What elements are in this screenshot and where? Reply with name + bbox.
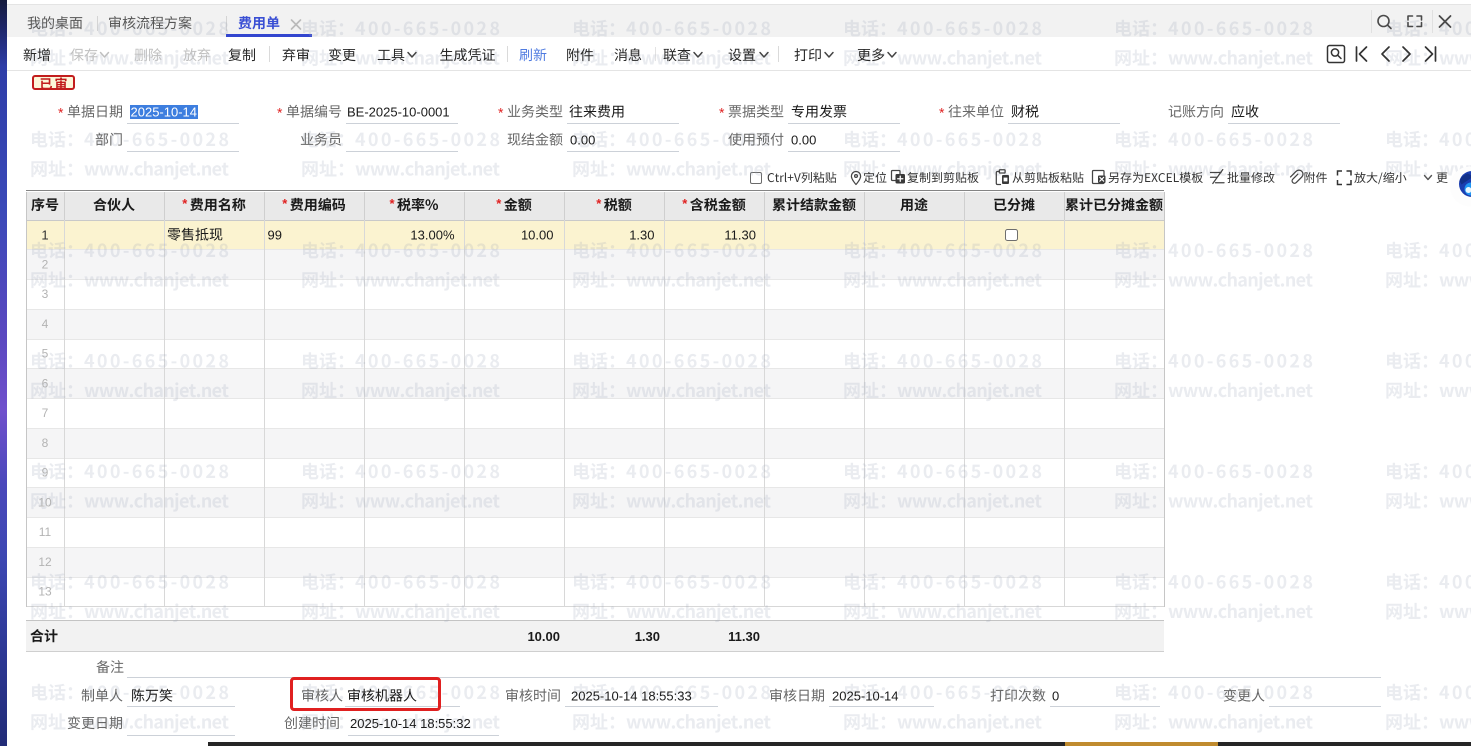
- svg-text:0: 0: [1052, 689, 1059, 704]
- svg-text:*: *: [58, 105, 64, 121]
- svg-text:2025-10-14 18:55:32: 2025-10-14 18:55:32: [350, 716, 471, 731]
- svg-text:0.00: 0.00: [791, 133, 816, 148]
- svg-text:5: 5: [42, 347, 49, 361]
- svg-text:*: *: [939, 105, 945, 121]
- svg-text:*: *: [498, 105, 504, 121]
- svg-text:2025-10-14 18:55:33: 2025-10-14 18:55:33: [571, 689, 692, 704]
- svg-text:*: *: [719, 105, 725, 121]
- svg-text:7: 7: [42, 406, 49, 420]
- svg-text:0.00: 0.00: [570, 133, 595, 148]
- svg-text:13: 13: [38, 585, 52, 599]
- svg-text:3: 3: [42, 287, 49, 301]
- svg-text:*: *: [277, 105, 283, 121]
- svg-text:BE-2025-10-0001: BE-2025-10-0001: [347, 105, 450, 120]
- svg-text:11: 11: [39, 525, 52, 539]
- svg-text:9: 9: [42, 466, 49, 480]
- svg-text:2025-10-14: 2025-10-14: [832, 689, 899, 704]
